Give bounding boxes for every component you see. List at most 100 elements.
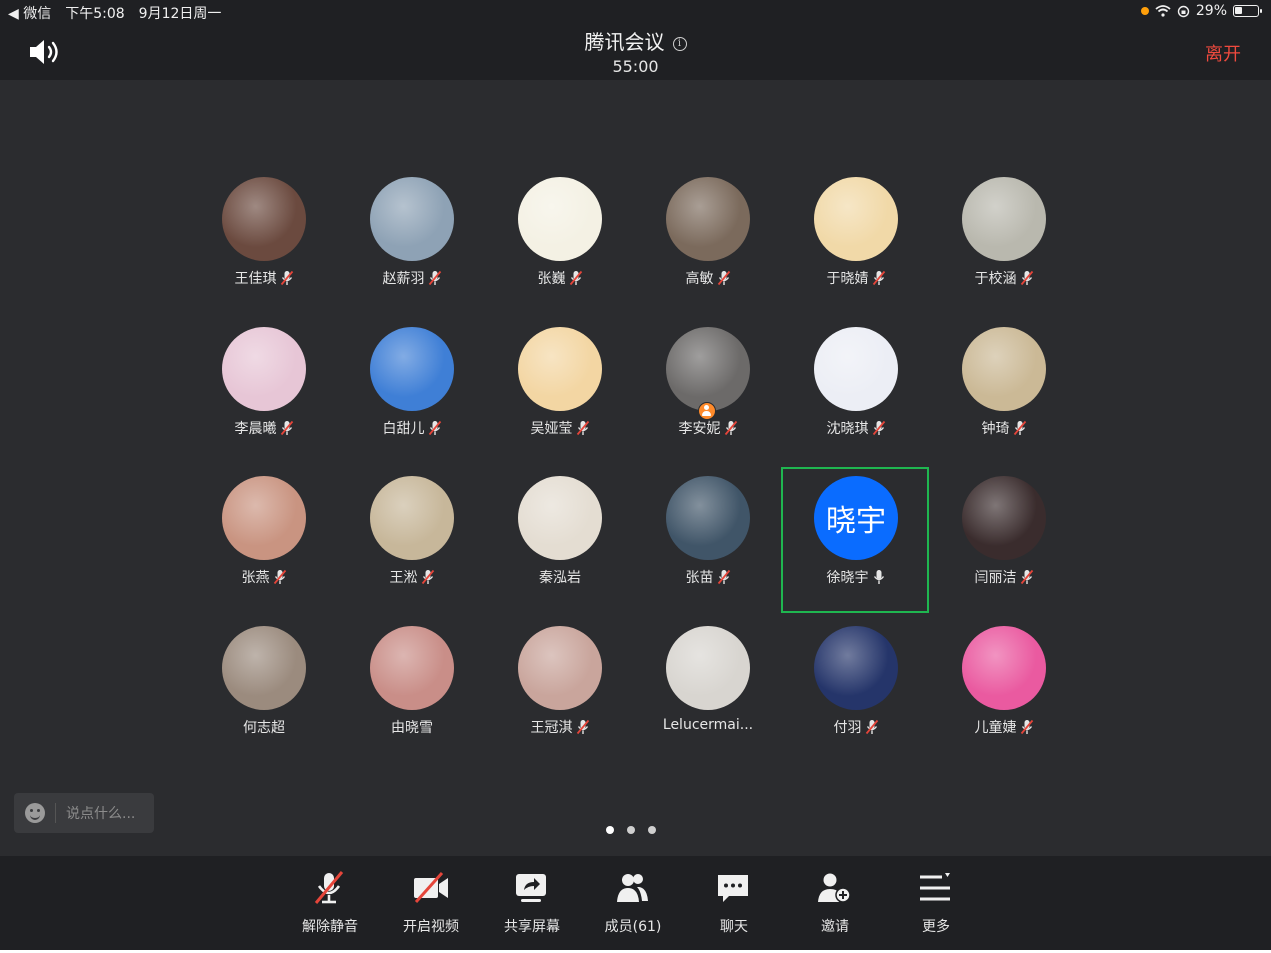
invite-button[interactable]: 邀请: [795, 870, 875, 936]
participant-name: 闫丽洁: [974, 570, 1017, 586]
mic-muted-icon: [1013, 420, 1026, 435]
video-button[interactable]: 开启视频: [391, 870, 471, 936]
participant-tile[interactable]: 何志超: [190, 619, 338, 769]
mic-muted-icon: [1020, 569, 1033, 585]
page-indicator[interactable]: [606, 826, 656, 834]
orientation-lock-icon: [1177, 5, 1190, 17]
participant-tile[interactable]: 闫丽洁: [930, 469, 1078, 619]
avatar[interactable]: [962, 177, 1046, 261]
page-dot[interactable]: [648, 826, 656, 834]
avatar[interactable]: [518, 625, 602, 710]
avatar[interactable]: [370, 476, 454, 560]
participant-tile[interactable]: 李晨曦: [190, 320, 338, 470]
participant-tile[interactable]: 吴娅莹: [486, 320, 634, 470]
participant-tile[interactable]: 钟琦: [930, 320, 1078, 470]
mic-muted-icon: [421, 569, 434, 585]
avatar[interactable]: [814, 177, 898, 261]
participant-name-row: 钟琦: [930, 418, 1078, 438]
participant-name-row: 付羽: [782, 717, 930, 737]
participant-tile[interactable]: 付羽: [782, 619, 930, 769]
unmute-button[interactable]: 解除静音: [290, 870, 370, 936]
mic-muted-icon: [569, 270, 582, 286]
avatar[interactable]: [962, 326, 1046, 411]
participant-name: 赵薪羽: [382, 271, 425, 287]
participant-tile[interactable]: Lelucermai...: [634, 619, 782, 769]
avatar[interactable]: [370, 177, 454, 261]
members-icon: [617, 874, 648, 902]
participant-name: 王冠淇: [530, 719, 573, 736]
chat-input[interactable]: 说点什么...: [14, 793, 154, 833]
participant-name: 王佳琪: [234, 271, 277, 287]
participant-name: 李安妮: [678, 420, 721, 437]
participant-tile[interactable]: 儿童婕: [930, 619, 1078, 769]
status-date: 9月12日周一: [138, 6, 222, 22]
more-button[interactable]: 更多: [896, 870, 976, 936]
chat-placeholder[interactable]: 说点什么...: [66, 803, 135, 823]
mic-muted-icon: [428, 270, 441, 286]
participant-name: 张巍: [537, 271, 566, 287]
participant-tile[interactable]: 王佳琪: [190, 170, 338, 320]
unmute-label: 解除静音: [302, 919, 358, 935]
more-label: 更多: [922, 919, 950, 935]
chat-button[interactable]: 聊天: [694, 870, 774, 936]
avatar[interactable]: [222, 326, 306, 411]
members-button[interactable]: 成员(61): [593, 870, 673, 936]
participant-name: 儿童婕: [974, 719, 1017, 736]
participant-name: 王淞: [389, 570, 418, 586]
participant-tile[interactable]: 张燕: [190, 469, 338, 619]
participant-tile[interactable]: 白甜儿: [338, 320, 486, 470]
participant-tile[interactable]: 赵薪羽: [338, 170, 486, 320]
avatar[interactable]: [222, 625, 306, 710]
avatar[interactable]: [518, 326, 602, 411]
participant-tile[interactable]: 晓宇徐晓宇: [781, 467, 930, 619]
participant-tile[interactable]: 沈晓琪: [782, 320, 930, 470]
avatar[interactable]: [962, 625, 1046, 710]
participant-name-row: 于晓婧: [782, 268, 930, 288]
share-label: 共享屏幕: [504, 919, 560, 935]
participant-tile[interactable]: 张苗: [634, 469, 782, 619]
page-dot[interactable]: [606, 826, 614, 834]
participant-tile[interactable]: 于校涵: [930, 170, 1078, 320]
avatar[interactable]: [814, 625, 898, 710]
avatar[interactable]: [666, 476, 750, 560]
avatar[interactable]: [222, 177, 306, 261]
emoji-icon[interactable]: [25, 803, 45, 823]
participant-tile[interactable]: 秦泓岩: [486, 469, 634, 619]
participant-tile[interactable]: 王冠淇: [486, 619, 634, 769]
avatar[interactable]: [370, 326, 454, 411]
participant-name: 徐晓宇: [826, 570, 869, 586]
avatar[interactable]: [222, 476, 306, 560]
avatar[interactable]: [814, 326, 898, 411]
mic-muted-icon: [273, 569, 286, 585]
participant-name-row: 李晨曦: [190, 418, 338, 438]
avatar[interactable]: [518, 476, 602, 560]
mic-muted-icon: [428, 420, 441, 435]
avatar[interactable]: [666, 326, 750, 411]
members-label: 成员(61): [604, 919, 662, 935]
avatar[interactable]: 晓宇: [814, 476, 898, 560]
avatar[interactable]: [518, 177, 602, 261]
avatar[interactable]: [666, 625, 750, 710]
participant-name-row: 闫丽洁: [930, 567, 1078, 587]
invite-label: 邀请: [821, 919, 849, 935]
participant-name-row: 徐晓宇: [782, 567, 930, 587]
participant-name-row: 由晓雪: [338, 717, 486, 737]
participant-name-row: Lelucermai...: [634, 717, 782, 733]
participant-tile[interactable]: 王淞: [338, 469, 486, 619]
page-dot[interactable]: [627, 826, 635, 834]
back-to-wechat[interactable]: ◀ 微信: [8, 3, 51, 23]
leave-button[interactable]: 离开: [1205, 40, 1241, 66]
participant-tile[interactable]: 由晓雪: [338, 619, 486, 769]
participant-tile[interactable]: 于晓婧: [782, 170, 930, 320]
avatar[interactable]: [962, 476, 1046, 560]
mic-muted-icon: [724, 420, 737, 435]
participant-tile[interactable]: 张巍: [486, 170, 634, 320]
participant-tile[interactable]: 高敏: [634, 170, 782, 320]
participant-tile[interactable]: 李安妮: [634, 320, 782, 470]
share-button[interactable]: 共享屏幕: [492, 870, 572, 936]
avatar[interactable]: [666, 177, 750, 261]
info-icon[interactable]: i: [672, 37, 687, 51]
participant-name-row: 高敏: [634, 268, 782, 288]
participant-name: 吴娅莹: [530, 420, 573, 437]
avatar[interactable]: [370, 625, 454, 710]
